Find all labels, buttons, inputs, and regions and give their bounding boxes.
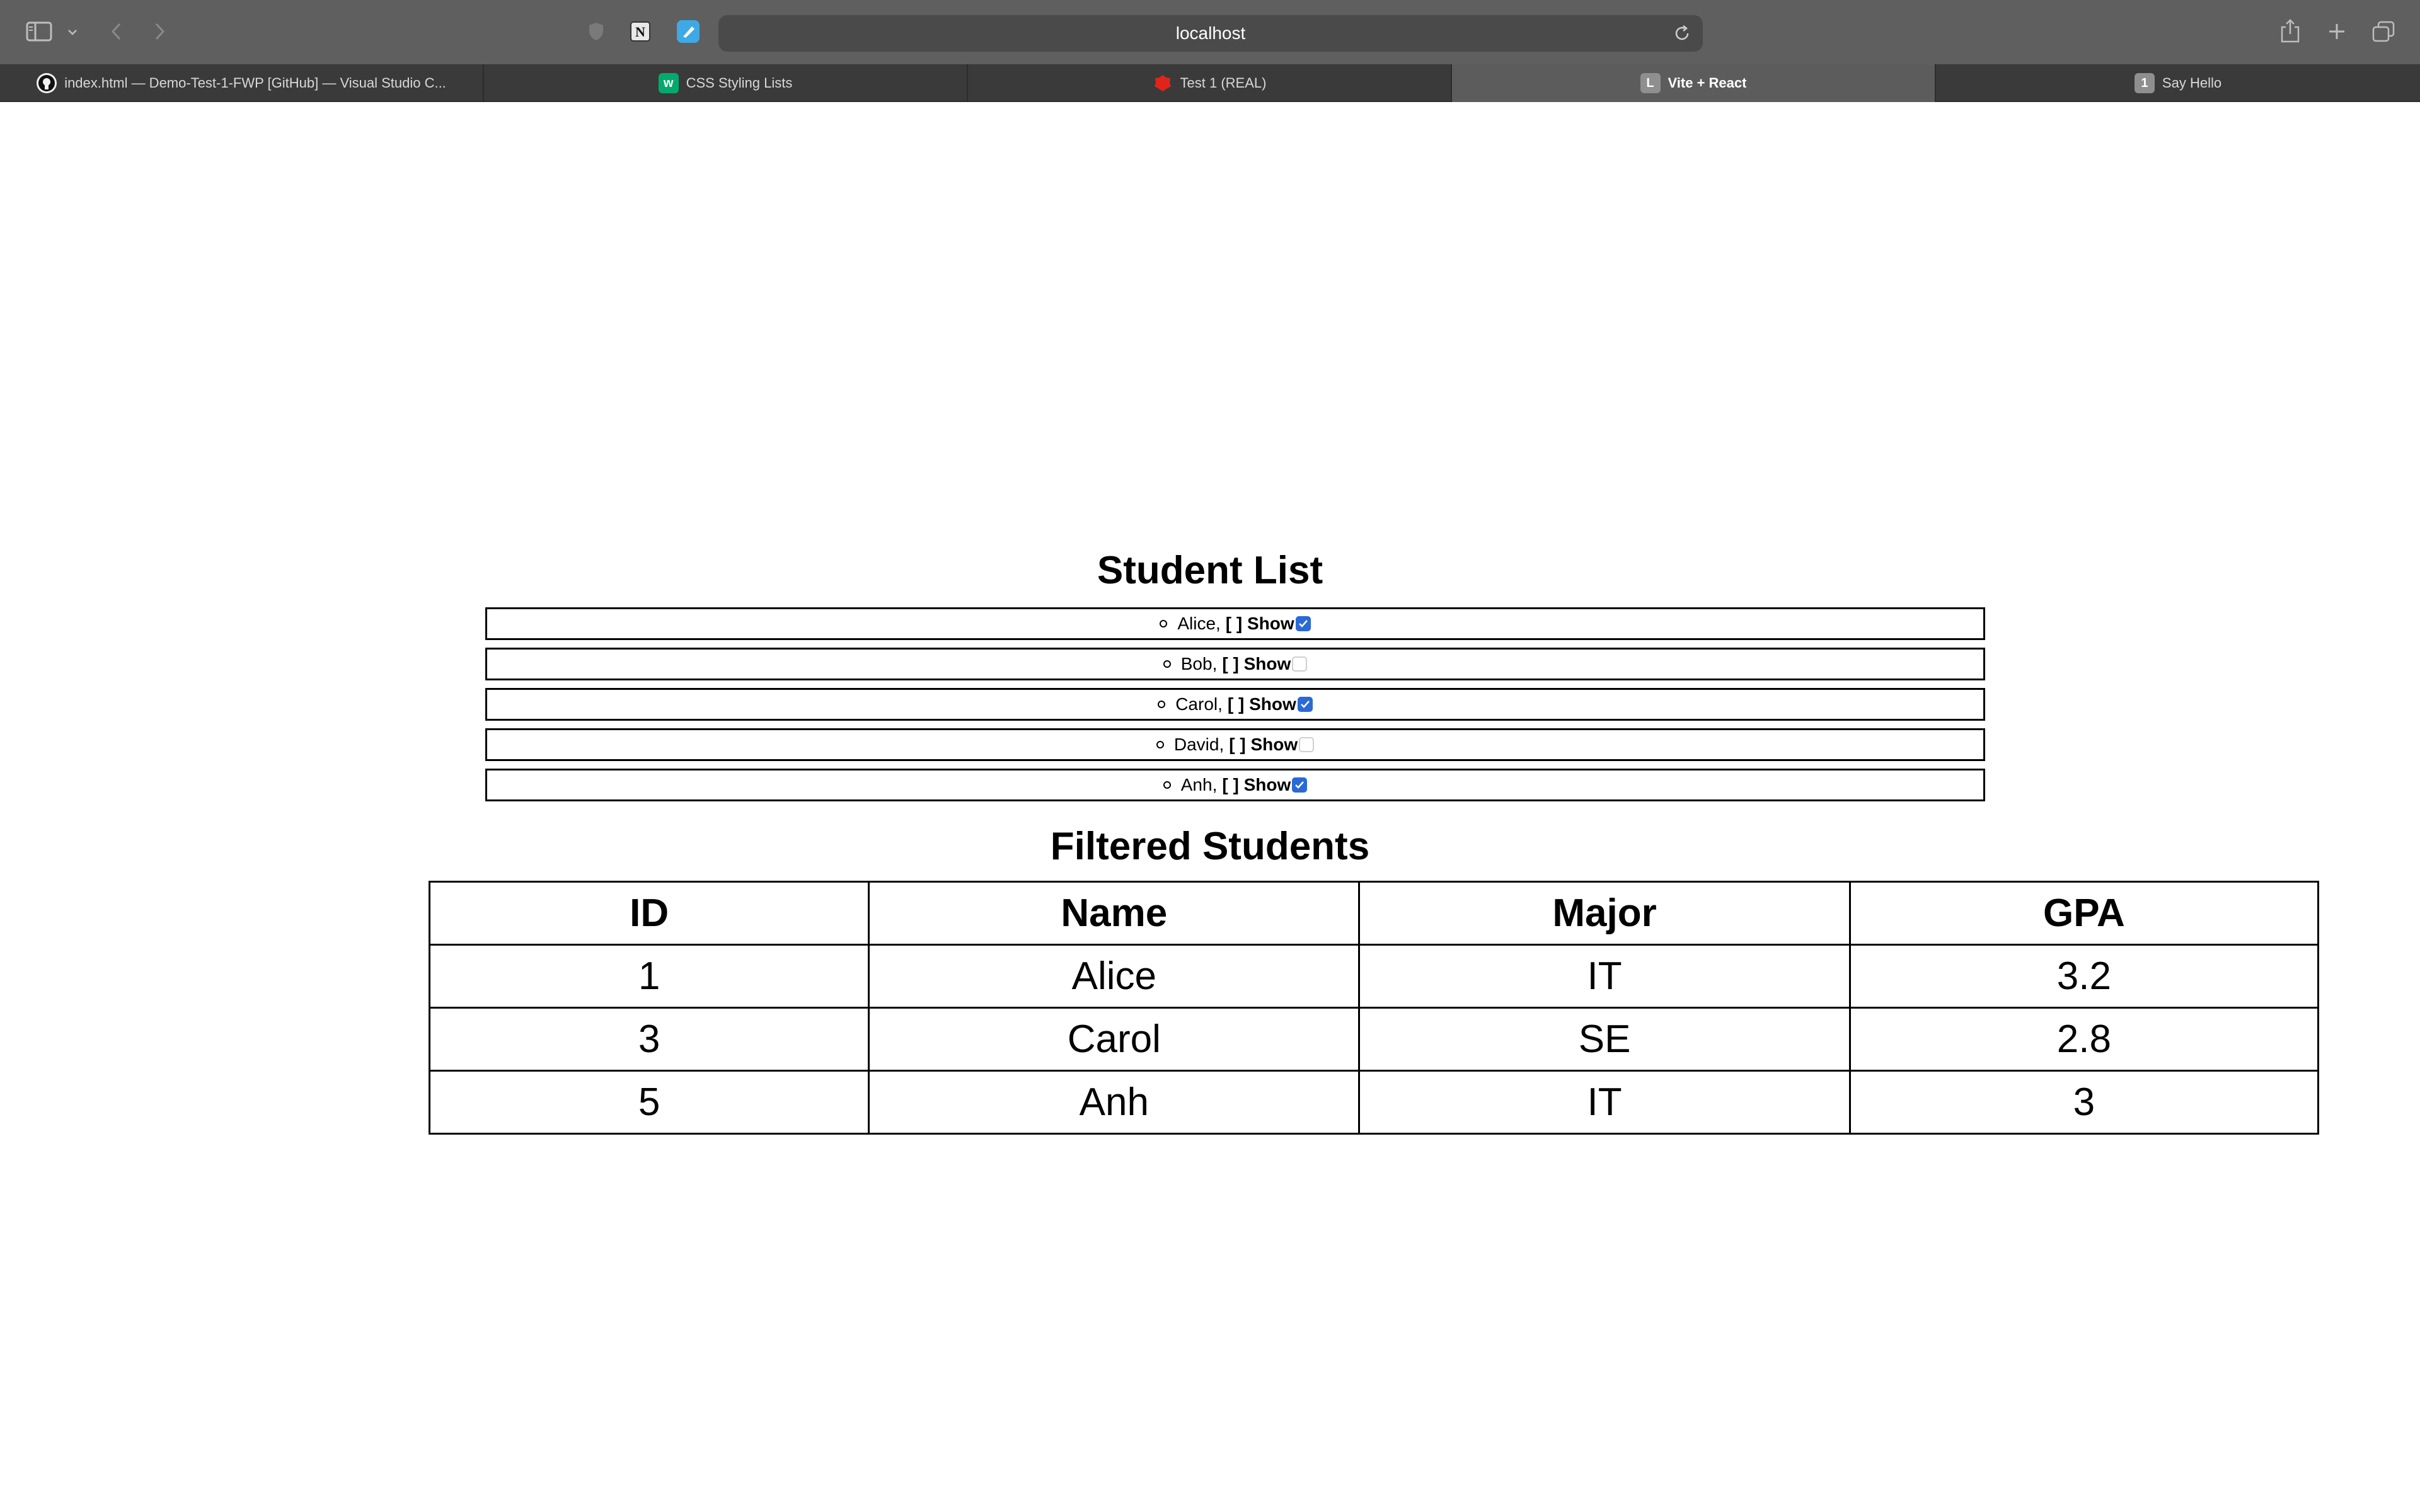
show-checkbox[interactable] xyxy=(1295,616,1311,631)
bullet xyxy=(1156,741,1164,748)
tab-label: index.html — Demo-Test-1-FWP [GitHub] — … xyxy=(64,75,446,91)
filtered-students-table: ID Name Major GPA 1 Alice IT 3.2 3 Carol… xyxy=(428,881,2320,1135)
show-checkbox[interactable] xyxy=(1297,697,1313,712)
cell-major: SE xyxy=(1358,1007,1851,1072)
cell-name: Carol xyxy=(868,1007,1361,1072)
column-header-id: ID xyxy=(428,881,870,946)
plus-icon[interactable] xyxy=(2324,19,2349,44)
show-label: [ ] Show xyxy=(1229,735,1298,754)
column-header-major: Major xyxy=(1358,881,1851,946)
table-header-row: ID Name Major GPA xyxy=(428,881,2320,946)
tab-label: Test 1 (REAL) xyxy=(1180,75,1267,91)
page-content: Student List Alice, [ ] Show Bob, [ ] Sh… xyxy=(0,102,2420,1512)
tab-overview-icon[interactable] xyxy=(2370,19,2397,44)
svg-text:N: N xyxy=(635,24,645,40)
tab-label: Vite + React xyxy=(1668,75,1747,91)
reload-icon[interactable] xyxy=(1673,24,1691,46)
tab-say-hello[interactable]: 1 Say Hello xyxy=(1936,64,2420,102)
letter-l-icon: L xyxy=(1640,73,1661,93)
browser-toolbar: N localhost xyxy=(0,0,2420,64)
back-icon[interactable] xyxy=(105,19,127,44)
student-name: Anh, xyxy=(1180,775,1218,794)
tab-bar: index.html — Demo-Test-1-FWP [GitHub] — … xyxy=(0,64,2420,102)
github-icon xyxy=(37,73,57,93)
cell-gpa: 3 xyxy=(1848,1070,2320,1135)
table-row: 5 Anh IT 3 xyxy=(428,1070,2320,1135)
show-checkbox[interactable] xyxy=(1292,777,1308,793)
student-item-bob: Bob, [ ] Show xyxy=(485,648,1985,680)
show-label: [ ] Show xyxy=(1222,775,1291,794)
red-blob-icon xyxy=(1153,73,1173,93)
cell-major: IT xyxy=(1358,944,1851,1009)
bullet xyxy=(1163,660,1171,668)
student-name: Bob, xyxy=(1180,654,1218,673)
tab-label: CSS Styling Lists xyxy=(686,75,793,91)
cell-id: 5 xyxy=(428,1070,870,1135)
tab-css-styling-lists[interactable]: w CSS Styling Lists xyxy=(484,64,968,102)
pen-extension-icon[interactable] xyxy=(676,19,701,44)
filtered-students-heading: Filtered Students xyxy=(1050,825,1370,868)
bullet xyxy=(1160,620,1168,627)
tab-vscode-github[interactable]: index.html — Demo-Test-1-FWP [GitHub] — … xyxy=(0,64,484,102)
chevron-down-icon[interactable] xyxy=(63,23,82,42)
cell-name: Alice xyxy=(868,944,1361,1009)
student-name: Alice, xyxy=(1177,614,1221,633)
show-label: [ ] Show xyxy=(1225,614,1294,633)
student-item-david: David, [ ] Show xyxy=(485,728,1985,761)
bullet xyxy=(1158,701,1166,708)
sidebar-icon[interactable] xyxy=(24,19,54,44)
show-label: [ ] Show xyxy=(1222,654,1291,673)
show-checkbox[interactable] xyxy=(1299,737,1315,752)
table-row: 3 Carol SE 2.8 xyxy=(428,1007,2320,1072)
address-bar[interactable]: localhost xyxy=(718,15,1703,52)
tab-test-1-real[interactable]: Test 1 (REAL) xyxy=(968,64,1452,102)
column-header-name: Name xyxy=(868,881,1361,946)
bullet xyxy=(1163,781,1171,789)
student-list: Alice, [ ] Show Bob, [ ] Show Carol, [ ]… xyxy=(485,607,1985,809)
notion-icon[interactable]: N xyxy=(628,19,653,44)
tab-label: Say Hello xyxy=(2162,75,2222,91)
tab-vite-react[interactable]: L Vite + React xyxy=(1452,64,1936,102)
student-list-heading: Student List xyxy=(1097,549,1323,592)
cell-id: 3 xyxy=(428,1007,870,1072)
shield-icon[interactable] xyxy=(585,19,608,44)
cell-name: Anh xyxy=(868,1070,1361,1135)
w3schools-icon: w xyxy=(658,73,679,93)
url-text: localhost xyxy=(1175,23,1246,43)
show-label: [ ] Show xyxy=(1227,694,1296,714)
student-item-anh: Anh, [ ] Show xyxy=(485,769,1985,801)
cell-id: 1 xyxy=(428,944,870,1009)
column-header-gpa: GPA xyxy=(1848,881,2320,946)
show-checkbox[interactable] xyxy=(1292,656,1308,672)
student-name: Carol, xyxy=(1175,694,1223,714)
student-item-carol: Carol, [ ] Show xyxy=(485,688,1985,721)
cell-gpa: 2.8 xyxy=(1848,1007,2320,1072)
number-1-icon: 1 xyxy=(2134,73,2155,93)
cell-gpa: 3.2 xyxy=(1848,944,2320,1009)
cell-major: IT xyxy=(1358,1070,1851,1135)
share-icon[interactable] xyxy=(2276,16,2304,45)
forward-icon[interactable] xyxy=(149,19,171,44)
student-item-alice: Alice, [ ] Show xyxy=(485,607,1985,640)
student-name: David, xyxy=(1173,735,1224,754)
table-row: 1 Alice IT 3.2 xyxy=(428,944,2320,1009)
